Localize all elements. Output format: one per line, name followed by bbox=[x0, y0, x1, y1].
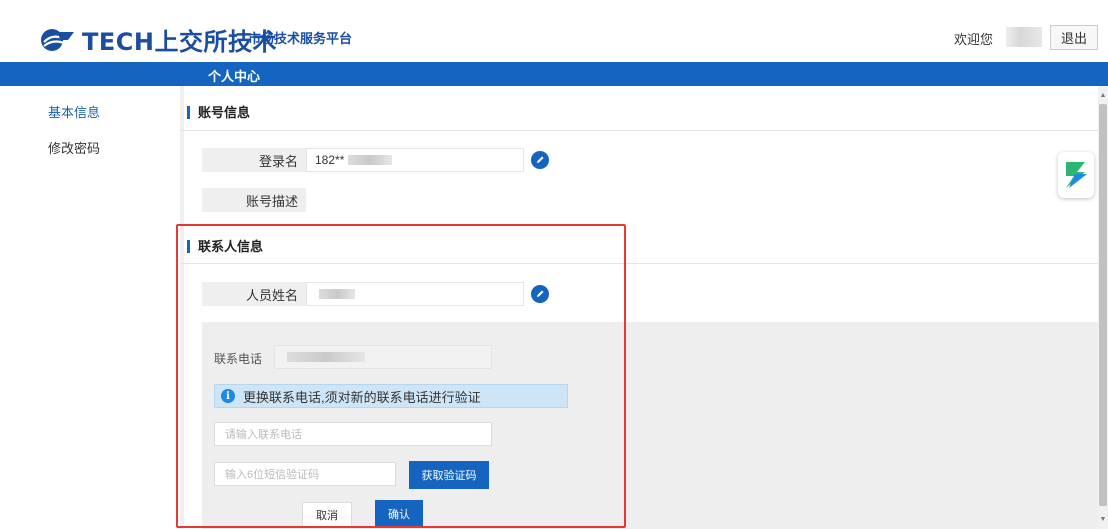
floating-assistant-button[interactable] bbox=[1058, 152, 1094, 198]
scrollbar-thumb[interactable] bbox=[1099, 104, 1107, 506]
top-header: TECH上交所技术 市场技术服务平台 欢迎您 退出 bbox=[0, 0, 1108, 62]
sidebar-item-change-password[interactable]: 修改密码 bbox=[48, 138, 100, 157]
float-widget-icon bbox=[1066, 162, 1087, 188]
content-divider bbox=[180, 86, 184, 529]
logo[interactable]: TECH上交所技术 bbox=[40, 22, 277, 57]
info-banner: i 更换联系电话,须对新的联系电话进行验证 bbox=[214, 384, 568, 408]
login-name-label: 登录名 bbox=[202, 148, 306, 172]
person-name-label: 人员姓名 bbox=[202, 282, 306, 306]
edit-person-name-button[interactable] bbox=[531, 285, 549, 303]
redacted-text bbox=[287, 352, 365, 362]
sidebar-item-basic-info[interactable]: 基本信息 bbox=[48, 102, 100, 121]
login-name-value: 182** bbox=[315, 153, 345, 167]
vertical-scrollbar[interactable]: ▲ ▼ bbox=[1098, 86, 1108, 529]
redacted-text bbox=[348, 155, 393, 165]
logout-button[interactable]: 退出 bbox=[1050, 25, 1098, 50]
account-description-label: 账号描述 bbox=[202, 188, 306, 212]
divider bbox=[180, 263, 1098, 264]
main-content: 账号信息 登录名 182** 账号描述 联系人信息 人员姓名 联系电话 i 更换… bbox=[180, 86, 1098, 529]
username-redacted bbox=[1006, 27, 1042, 47]
edit-icon bbox=[537, 156, 544, 163]
edit-login-name-button[interactable] bbox=[531, 151, 549, 169]
change-phone-panel: 联系电话 i 更换联系电话,须对新的联系电话进行验证 请输入联系电话 输入6位短… bbox=[202, 322, 1098, 529]
nav-title-personal-center[interactable]: 个人中心 bbox=[208, 66, 260, 85]
logo-icon bbox=[41, 28, 74, 51]
account-section-title: 账号信息 bbox=[187, 106, 250, 119]
platform-name: 市场技术服务平台 bbox=[248, 31, 353, 46]
cancel-button[interactable]: 取消 bbox=[302, 502, 352, 528]
person-name-field bbox=[306, 282, 524, 306]
confirm-button[interactable]: 确认 bbox=[375, 500, 423, 528]
phone-field bbox=[274, 345, 492, 369]
edit-icon bbox=[537, 290, 544, 297]
new-phone-input[interactable]: 请输入联系电话 bbox=[214, 422, 492, 446]
divider bbox=[180, 130, 1098, 131]
contact-section-title: 联系人信息 bbox=[187, 240, 263, 253]
phone-label: 联系电话 bbox=[214, 352, 263, 366]
scroll-down-icon[interactable]: ▼ bbox=[1098, 516, 1108, 526]
scroll-up-icon[interactable]: ▲ bbox=[1098, 92, 1108, 102]
get-code-button[interactable]: 获取验证码 bbox=[409, 461, 489, 489]
redacted-text bbox=[319, 289, 355, 299]
welcome-text: 欢迎您 bbox=[954, 32, 994, 47]
login-name-field: 182** bbox=[306, 148, 524, 172]
nav-bar: 个人中心 bbox=[0, 62, 1108, 86]
info-message: 更换联系电话,须对新的联系电话进行验证 bbox=[243, 389, 481, 405]
info-icon: i bbox=[221, 389, 235, 403]
sms-code-input[interactable]: 输入6位短信验证码 bbox=[214, 462, 396, 486]
